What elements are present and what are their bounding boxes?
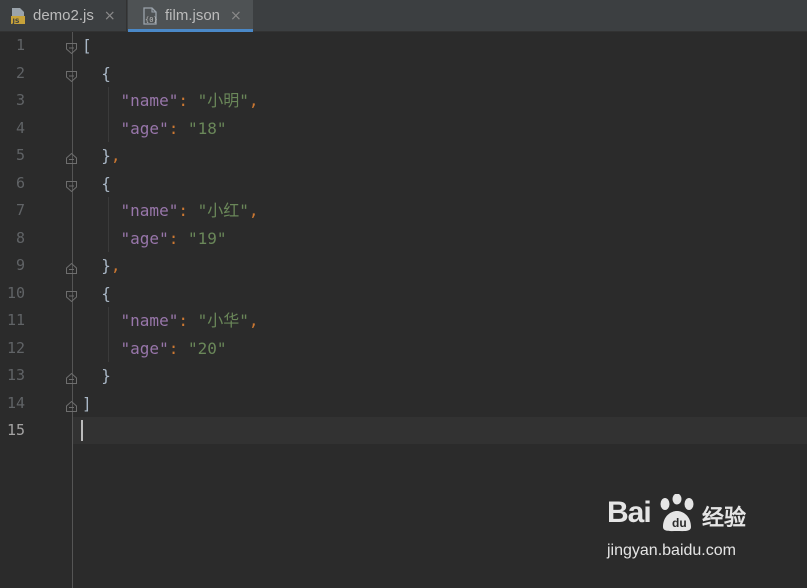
json-file-icon: {0}: [142, 6, 158, 25]
fold-open-icon[interactable]: [65, 288, 78, 302]
fold-close-icon[interactable]: [65, 398, 78, 412]
text-caret: [81, 420, 83, 441]
fold-close-icon[interactable]: [65, 370, 78, 384]
code-text: "name": "小红",: [120, 201, 259, 220]
code-text: [: [82, 36, 92, 55]
code-line: 13 }: [0, 362, 807, 390]
code-text: "name": "小华",: [120, 311, 259, 330]
code-text: {: [101, 173, 111, 193]
code-line: 8 "age": "19": [0, 225, 807, 253]
editor-tab-bar: JS demo2.js × {0} film.json ×: [0, 0, 807, 32]
line-number: 6: [15, 173, 25, 192]
close-icon[interactable]: ×: [104, 8, 116, 24]
line-number: 13: [6, 366, 25, 384]
code-line: 7 "name": "小红",: [0, 197, 807, 225]
line-number: 7: [15, 201, 25, 219]
close-icon[interactable]: ×: [230, 8, 242, 24]
line-number: 10: [6, 283, 25, 302]
svg-text:{0}: {0}: [145, 16, 158, 24]
line-number: 12: [6, 338, 25, 357]
fold-close-icon[interactable]: [65, 150, 78, 164]
tab-film-json[interactable]: {0} film.json ×: [128, 0, 253, 32]
fold-open-icon[interactable]: [65, 178, 78, 192]
baidu-logo-text: Bai: [607, 496, 652, 529]
code-line: 6 {: [0, 170, 807, 198]
code-line: 1 [: [0, 32, 807, 60]
code-text: {: [101, 63, 111, 83]
code-text: }: [101, 366, 111, 385]
line-number: 15: [6, 421, 25, 439]
line-number: 2: [15, 63, 25, 82]
watermark-url: jingyan.baidu.com: [607, 542, 736, 559]
code-text: "name": "小明",: [120, 91, 259, 110]
code-text: ]: [82, 393, 92, 413]
code-line-current: 15: [0, 417, 807, 445]
line-number: 5: [15, 146, 25, 164]
line-number: 3: [15, 91, 25, 109]
line-number: 9: [15, 256, 25, 274]
fold-close-icon[interactable]: [65, 260, 78, 274]
code-text: "age": "18": [120, 118, 227, 138]
code-line: 5 },: [0, 142, 807, 170]
code-line: 9 },: [0, 252, 807, 280]
tab-label: demo2.js: [33, 7, 94, 24]
code-text: "age": "19": [120, 228, 227, 248]
code-line: 2 {: [0, 60, 807, 88]
fold-open-icon[interactable]: [65, 40, 78, 55]
svg-text:du: du: [672, 516, 687, 530]
baidu-jingyan-watermark: du Bai 经验 jingyan.baidu.com: [607, 494, 767, 570]
line-number: 1: [15, 36, 25, 54]
line-number: 4: [15, 118, 25, 137]
code-line: 4 "age": "18": [0, 115, 807, 143]
jingyan-logo-text: 经验: [702, 506, 747, 531]
line-number: 8: [15, 228, 25, 247]
code-text: },: [101, 256, 121, 275]
code-text: },: [101, 146, 121, 165]
tab-label: film.json: [165, 7, 221, 24]
code-line: 3 "name": "小明",: [0, 87, 807, 115]
baidu-paw-icon: du: [660, 494, 694, 532]
line-number: 11: [6, 311, 25, 329]
code-line: 12 "age": "20": [0, 335, 807, 363]
code-line: 11 "name": "小华",: [0, 307, 807, 335]
code-text: "age": "20": [120, 338, 227, 358]
js-file-icon: JS: [10, 7, 26, 25]
code-line: 10 {: [0, 280, 807, 308]
tab-demo2-js[interactable]: JS demo2.js ×: [0, 0, 127, 31]
code-line: 14 ]: [0, 390, 807, 418]
svg-text:JS: JS: [12, 17, 20, 25]
fold-open-icon[interactable]: [65, 68, 78, 82]
line-number: 14: [6, 393, 25, 412]
code-text: {: [101, 283, 111, 303]
